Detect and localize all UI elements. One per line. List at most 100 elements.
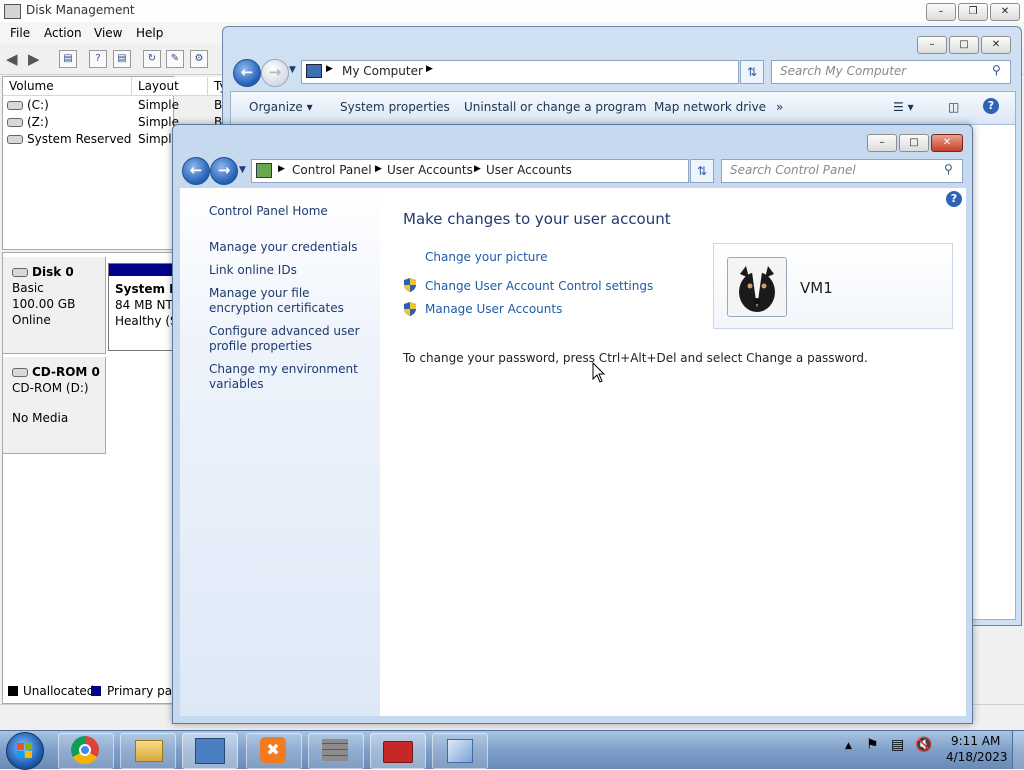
password-instructions: To change your password, press Ctrl+Alt+… [403, 351, 868, 365]
breadcrumb-separator-icon: ▶ [326, 64, 333, 74]
refresh-button[interactable]: ⇅ [740, 60, 764, 84]
refresh-button[interactable]: ⇅ [690, 159, 714, 183]
cdrom-icon [12, 368, 28, 377]
refresh-icon[interactable]: ↻ [143, 50, 161, 68]
taskbar-explorer[interactable] [120, 733, 176, 769]
menu-file[interactable]: File [10, 26, 30, 40]
maximize-button[interactable]: □ [949, 36, 979, 54]
settings-icon[interactable]: ⚙ [190, 50, 208, 68]
taskbar-system-properties[interactable] [432, 733, 488, 769]
show-desktop-button[interactable] [1012, 731, 1024, 769]
breadcrumb-user-accounts[interactable]: User Accounts [387, 163, 473, 177]
clock-date[interactable]: 4/18/2023 [946, 750, 1008, 764]
back-button[interactable]: ← [182, 157, 210, 185]
close-button[interactable]: ✕ [981, 36, 1011, 54]
uac-shield-icon [404, 302, 416, 316]
map-network-drive-button[interactable]: Map network drive [654, 100, 766, 114]
change-picture-link[interactable]: Change your picture [425, 250, 547, 264]
address-bar[interactable]: ▶ My Computer ▶ ▼ [301, 60, 809, 84]
show-hidden-icons-button[interactable]: ▲ [845, 741, 852, 751]
volume-row[interactable]: (Z:) Simple Ba [3, 114, 230, 131]
rescan-icon[interactable]: ✎ [166, 50, 184, 68]
system-properties-button[interactable]: System properties [340, 100, 450, 114]
taskbar-computer-management[interactable] [370, 733, 426, 769]
address-bar[interactable]: ▶ Control Panel ▶ User Accounts ▶ User A… [251, 159, 763, 183]
manage-encryption-certificates-link[interactable]: Manage your file encryption certificates [209, 286, 374, 316]
menu-view[interactable]: View [94, 26, 122, 40]
system-properties-icon [447, 739, 473, 763]
column-volume[interactable]: Volume [3, 77, 132, 96]
taskbar-control-panel[interactable] [182, 733, 238, 769]
taskbar-firewall[interactable] [308, 733, 364, 769]
disk-management-title: Disk Management [26, 3, 135, 17]
cdrom-0-drive: CD-ROM (D:) [12, 381, 89, 395]
partition-system-reserved[interactable]: System Re 84 MB NTF Healthy (Sy [108, 263, 187, 351]
column-layout[interactable]: Layout [132, 77, 208, 96]
menu-action[interactable]: Action [44, 26, 82, 40]
action-center-flag-icon[interactable]: ⚑ [866, 737, 879, 753]
properties-icon[interactable]: ▤ [113, 50, 131, 68]
start-button[interactable] [6, 732, 44, 770]
disk-graphical-view: Disk 0 Basic 100.00 GB Online System Re … [2, 252, 187, 704]
legend-unallocated: Unallocated [23, 684, 95, 698]
close-button[interactable]: ✕ [990, 3, 1020, 21]
drive-icon [7, 135, 23, 144]
recent-pages-dropdown-icon[interactable]: ▼ [239, 165, 246, 175]
back-arrow-icon[interactable]: ◀ [6, 50, 18, 68]
user-avatar [727, 257, 787, 317]
disk-0-status: Online [12, 313, 51, 327]
change-environment-variables-link[interactable]: Change my environment variables [209, 362, 374, 392]
cdrom-0-label[interactable]: CD-ROM 0 CD-ROM (D:) No Media [3, 357, 106, 454]
clock-time[interactable]: 9:11 AM [951, 734, 1000, 748]
mouse-cursor-icon [592, 362, 606, 383]
help-icon[interactable]: ? [983, 98, 999, 114]
menu-help[interactable]: Help [136, 26, 163, 40]
search-placeholder: Search Control Panel [730, 163, 856, 177]
change-view-icon[interactable]: ☰ ▾ [893, 100, 914, 114]
link-online-ids-link[interactable]: Link online IDs [209, 263, 374, 278]
search-control-panel-input[interactable]: Search Control Panel ⚲ [721, 159, 963, 183]
disk-0-title: Disk 0 [12, 265, 74, 279]
organize-button[interactable]: Organize ▾ [249, 100, 313, 114]
volume-row[interactable]: System Reserved Simple Ba [3, 131, 230, 148]
manage-credentials-link[interactable]: Manage your credentials [209, 240, 374, 255]
page-title: Make changes to your user account [403, 210, 671, 228]
volume-row[interactable]: (C:) Simple Ba [3, 97, 230, 114]
legend: Unallocated Primary part [0, 682, 182, 702]
disk-0-label[interactable]: Disk 0 Basic 100.00 GB Online [3, 257, 106, 354]
maximize-button[interactable]: □ [899, 134, 929, 152]
network-icon[interactable]: ▤ [891, 737, 904, 753]
back-button[interactable]: ← [233, 59, 261, 87]
configure-profile-properties-link[interactable]: Configure advanced user profile properti… [209, 324, 374, 354]
user-account-tile: VM1 [713, 243, 953, 329]
close-button[interactable]: ✕ [931, 134, 963, 152]
breadcrumb-my-computer[interactable]: My Computer [342, 64, 423, 78]
search-my-computer-input[interactable]: Search My Computer ⚲ [771, 60, 1011, 84]
control-panel-home-link[interactable]: Control Panel Home [209, 204, 374, 219]
forward-button[interactable]: → [210, 157, 238, 185]
help-icon[interactable]: ? [946, 191, 962, 207]
manage-user-accounts-link[interactable]: Manage User Accounts [425, 302, 562, 316]
minimize-button[interactable]: – [867, 134, 897, 152]
preview-pane-icon[interactable]: ◫ [948, 100, 959, 114]
control-panel-icon [195, 738, 225, 764]
volume-muted-icon[interactable]: 🔇 [915, 737, 932, 753]
uac-settings-link[interactable]: Change User Account Control settings [425, 279, 653, 293]
search-icon: ⚲ [992, 63, 1001, 77]
breadcrumb-user-accounts-current[interactable]: User Accounts [486, 163, 572, 177]
minimize-button[interactable]: – [926, 3, 956, 21]
breadcrumb-control-panel[interactable]: Control Panel [292, 163, 372, 177]
minimize-button[interactable]: – [917, 36, 947, 54]
console-tree-icon[interactable]: ▤ [59, 50, 77, 68]
restore-button[interactable]: ❐ [958, 3, 988, 21]
taskbar-chrome[interactable] [58, 733, 114, 769]
disk-management-app-icon [4, 4, 21, 19]
forward-arrow-icon[interactable]: ▶ [28, 50, 40, 68]
command-bar: Organize ▾ System properties Uninstall o… [231, 92, 1015, 125]
taskbar-xampp[interactable]: ✖ [246, 733, 302, 769]
forward-button[interactable]: → [261, 59, 289, 87]
help-icon[interactable]: ? [89, 50, 107, 68]
more-commands-button[interactable]: » [776, 100, 783, 114]
uninstall-program-button[interactable]: Uninstall or change a program [464, 100, 647, 114]
recent-pages-dropdown-icon[interactable]: ▼ [289, 65, 296, 75]
